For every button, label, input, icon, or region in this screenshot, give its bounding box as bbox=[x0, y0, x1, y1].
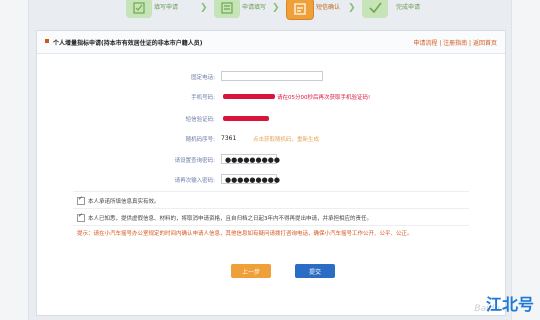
phone-label: 固定电话: bbox=[191, 75, 215, 81]
phone-input[interactable] bbox=[221, 71, 323, 81]
step-arrow-icon: ❯ bbox=[348, 3, 356, 13]
divider bbox=[73, 191, 469, 192]
card-header: 个人增量指标申请(持本市有效居住证的非本市户籍人员) 申请流程 | 注册指南 |… bbox=[37, 31, 505, 54]
divider bbox=[73, 225, 469, 226]
sms-label: 短信验证码: bbox=[185, 117, 215, 123]
commitment-text-1: 本人承诺所填信息真实有效。 bbox=[88, 199, 160, 205]
mobile-redacted-value[interactable] bbox=[223, 94, 275, 99]
step-1-icon bbox=[126, 0, 152, 18]
checkbox-icon[interactable] bbox=[77, 212, 85, 222]
mobile-hint: 请在05分00秒后再次获取手机验证码! bbox=[277, 95, 371, 101]
confirm-password-row: 请再次输入密码: ●●●●●●●●● bbox=[37, 174, 505, 186]
left-margin bbox=[0, 0, 29, 320]
confirm-password-label: 请再次输入密码: bbox=[174, 178, 215, 184]
prev-step-button[interactable]: 上一步 bbox=[231, 264, 271, 278]
phone-row: 固定电话: bbox=[37, 71, 505, 83]
notice-text: 提示：请在小汽车摇号办公室规定的时间内确认申请人信息，其他信息如有疑问请拨打咨询… bbox=[77, 231, 413, 237]
right-margin bbox=[511, 0, 540, 320]
submit-button[interactable]: 提交 bbox=[295, 264, 335, 278]
password-row: 请设置查询密码: ●●●●●●●●● bbox=[37, 154, 505, 166]
step-4-icon bbox=[362, 0, 388, 18]
step-3-label: 短信确认 bbox=[316, 4, 341, 11]
captcha-refresh-link[interactable]: 点击获取随机码，重新生成 bbox=[253, 135, 319, 143]
step-1-label: 填写申请 bbox=[154, 4, 179, 11]
step-2-label: 申请填写 bbox=[242, 4, 267, 11]
password-value: ●●●●●●●●● bbox=[225, 156, 280, 164]
confirm-password-value: ●●●●●●●●● bbox=[225, 176, 280, 184]
password-label: 请设置查询密码: bbox=[174, 158, 215, 164]
brand-watermark: 江北号 bbox=[485, 295, 534, 314]
commitment-check-1[interactable]: 本人承诺所填信息真实有效。 bbox=[77, 195, 160, 206]
mobile-row: 手机号码: 请在05分00秒后再次获取手机验证码! bbox=[37, 91, 505, 103]
step-2-icon bbox=[214, 0, 240, 18]
mobile-label: 手机号码: bbox=[191, 95, 215, 101]
step-4-label: 完成申请 bbox=[396, 4, 421, 11]
step-3-icon bbox=[286, 0, 314, 20]
page-title: 个人增量指标申请(持本市有效居住证的非本市户籍人员) bbox=[53, 40, 203, 47]
password-input[interactable]: ●●●●●●●●● bbox=[221, 154, 280, 164]
sms-redacted-value[interactable] bbox=[223, 116, 269, 121]
divider bbox=[73, 208, 469, 209]
sms-row: 短信验证码: bbox=[37, 113, 505, 125]
confirm-password-input[interactable]: ●●●●●●●●● bbox=[221, 174, 280, 184]
step-progress: 填写申请 ❯ 申请填写 ❯ 短信确认 ❯ 完成申请 bbox=[0, 0, 540, 24]
captcha-value: 7361 bbox=[221, 135, 237, 142]
checkbox-icon[interactable] bbox=[77, 195, 85, 205]
captcha-row: 随机码序号: 7361 点击获取随机码，重新生成 bbox=[37, 133, 505, 145]
bullet-icon bbox=[45, 39, 49, 43]
commitment-text-2: 本人已知悉，提供虚假信息、材料的，将取消申请资格，且自归档之日起3年内不得再提出… bbox=[88, 216, 373, 222]
step-arrow-icon: ❯ bbox=[200, 3, 208, 13]
header-links[interactable]: 申请流程 | 注册指南 | 返回首页 bbox=[413, 38, 497, 47]
application-card: 个人增量指标申请(持本市有效居住证的非本市户籍人员) 申请流程 | 注册指南 |… bbox=[36, 30, 506, 316]
commitment-check-2[interactable]: 本人已知悉，提供虚假信息、材料的，将取消申请资格，且自归档之日起3年内不得再提出… bbox=[77, 212, 373, 223]
step-arrow-icon: ❯ bbox=[272, 3, 280, 13]
captcha-label: 随机码序号: bbox=[185, 137, 215, 143]
